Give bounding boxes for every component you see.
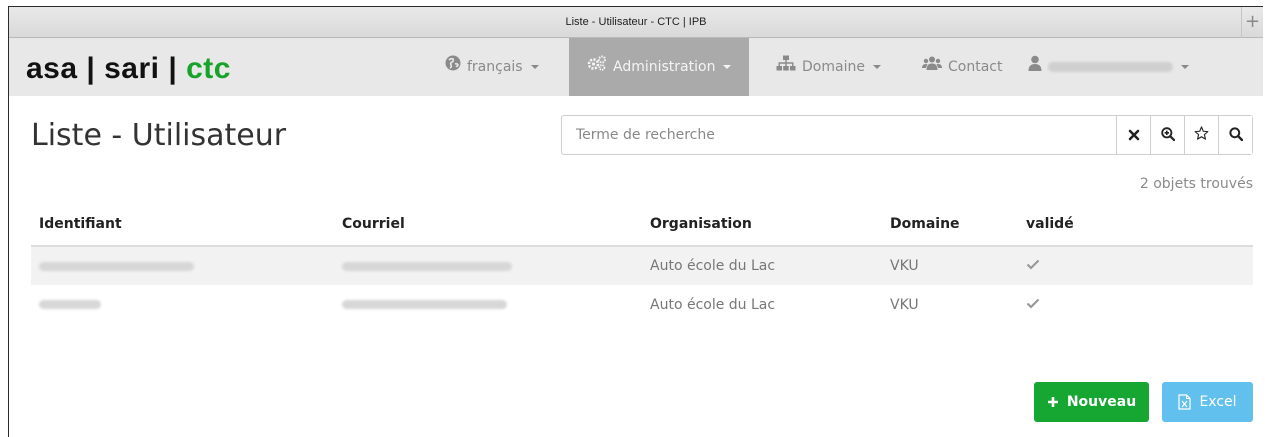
cell-organisation: Auto école du Lac: [650, 296, 776, 313]
chevron-down-icon: [723, 65, 732, 69]
check-icon: [1026, 258, 1040, 274]
cell-domaine: VKU: [882, 246, 1018, 285]
star-icon: [1194, 125, 1209, 145]
title-bar: Liste - Utilisateur - CTC | IPB +: [9, 7, 1263, 38]
new-tab-button[interactable]: +: [1241, 7, 1263, 38]
chevron-down-icon: [872, 65, 881, 69]
cell-courriel: [334, 246, 642, 285]
brand-logo[interactable]: asa | sari | ctc: [26, 52, 231, 86]
table-row[interactable]: Auto école du Lac VKU: [31, 246, 1253, 285]
globe-icon: [445, 38, 461, 96]
column-header-courriel[interactable]: Courriel: [334, 203, 642, 247]
table-header-row: Identifiant Courriel Organisation Domain…: [31, 203, 1253, 247]
clear-icon: [1128, 126, 1140, 145]
cell-domaine: VKU: [890, 296, 919, 313]
column-header-domaine[interactable]: Domaine: [882, 203, 1018, 247]
redacted-courriel: [342, 300, 507, 309]
nav-administration[interactable]: Administration: [569, 38, 750, 96]
users-table: Identifiant Courriel Organisation Domain…: [31, 203, 1253, 324]
table-row[interactable]: Auto école du Lac VKU: [31, 285, 1253, 324]
user-email-redacted: [1048, 62, 1173, 72]
nav-contact-label: Contact: [948, 59, 1003, 75]
new-button-label: Nouveau: [1066, 394, 1137, 410]
excel-button-label: Excel: [1199, 394, 1237, 410]
cell-identifiant: [31, 285, 334, 324]
brand-text: asa | sari |: [26, 52, 187, 85]
browser-window: Liste - Utilisateur - CTC | IPB + asa | …: [8, 6, 1263, 437]
search-input[interactable]: [562, 116, 1116, 154]
chevron-down-icon: [1181, 65, 1189, 69]
plus-icon: [1047, 396, 1059, 408]
column-header-identifiant[interactable]: Identifiant: [31, 203, 334, 247]
window-title: Liste - Utilisateur - CTC | IPB: [565, 16, 707, 28]
excel-file-icon: [1178, 394, 1192, 410]
navbar: asa | sari | ctc français Administration…: [9, 38, 1263, 96]
cell-courriel: [334, 285, 642, 324]
user-icon: [1028, 38, 1042, 96]
search-bar: [561, 115, 1253, 155]
column-header-valide[interactable]: validé: [1018, 203, 1253, 247]
nav-language-label: français: [467, 59, 523, 75]
column-header-organisation[interactable]: Organisation: [642, 203, 882, 247]
advanced-search-button[interactable]: [1150, 116, 1184, 154]
cell-organisation: Auto école du Lac: [642, 246, 882, 285]
users-icon: [922, 38, 942, 96]
page-title: Liste - Utilisateur: [31, 118, 287, 153]
clear-search-button[interactable]: [1116, 116, 1150, 154]
new-button[interactable]: Nouveau: [1034, 382, 1149, 422]
zoom-in-icon: [1160, 126, 1175, 145]
result-count: 2 objets trouvés: [1139, 176, 1253, 192]
cell-valide: [1018, 285, 1253, 324]
excel-export-button[interactable]: Excel: [1162, 382, 1253, 422]
sitemap-icon: [776, 38, 796, 96]
redacted-identifiant: [39, 261, 194, 271]
favorite-button[interactable]: [1184, 116, 1218, 154]
nav-user[interactable]: [1028, 38, 1189, 96]
search-button[interactable]: [1218, 116, 1252, 154]
brand-highlight: ctc: [186, 52, 231, 85]
chevron-down-icon: [530, 65, 539, 69]
redacted-courriel: [342, 261, 512, 271]
nav-contact[interactable]: Contact: [922, 38, 1002, 96]
nav-domaine-label: Domaine: [802, 59, 865, 75]
nav-language[interactable]: français: [445, 38, 539, 96]
check-icon: [1026, 297, 1040, 313]
cell-identifiant: [31, 246, 334, 285]
cogs-icon: [587, 38, 607, 96]
search-icon: [1228, 126, 1243, 145]
nav-administration-label: Administration: [613, 59, 716, 75]
redacted-identifiant: [39, 300, 101, 309]
nav-domaine[interactable]: Domaine: [776, 38, 881, 96]
cell-valide: [1018, 246, 1253, 285]
